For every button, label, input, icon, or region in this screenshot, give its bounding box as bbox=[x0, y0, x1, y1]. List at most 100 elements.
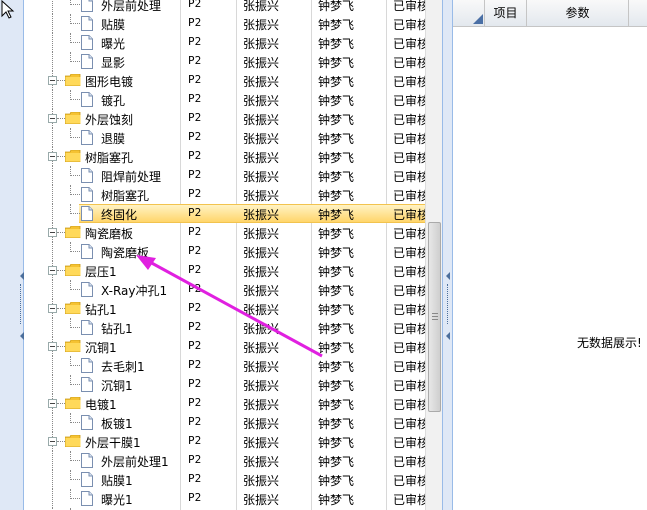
tree-item-row[interactable]: 退膜 P2 张振兴 钟梦飞 已审核 bbox=[25, 128, 425, 147]
creator-cell: 张振兴 bbox=[243, 170, 280, 184]
splitter-grip[interactable] bbox=[20, 284, 23, 324]
collapse-left-arrow-icon[interactable] bbox=[20, 272, 24, 280]
collapse-toggle-icon[interactable] bbox=[48, 114, 57, 123]
column-header-param[interactable]: 参数 bbox=[527, 0, 629, 27]
tree-node-label: 外层蚀刻 bbox=[85, 113, 134, 127]
collapse-toggle-icon[interactable] bbox=[48, 76, 57, 85]
priority-cell: P2 bbox=[188, 472, 202, 485]
document-icon bbox=[81, 187, 93, 202]
collapse-toggle-icon[interactable] bbox=[48, 304, 57, 313]
tree-node-label: 贴膜 bbox=[101, 18, 126, 32]
reviewer-cell: 钟梦飞 bbox=[318, 493, 355, 507]
tree-item-row[interactable]: 陶瓷磨板 P2 张振兴 钟梦飞 已审核 bbox=[25, 242, 425, 261]
no-data-message: 无数据展示! bbox=[577, 336, 642, 350]
tree-item-row[interactable]: 外层前处理 P2 张振兴 钟梦飞 已审核 bbox=[25, 0, 425, 14]
creator-cell: 张振兴 bbox=[243, 284, 280, 298]
tree-node-label: 退膜 bbox=[101, 132, 126, 146]
priority-cell: P2 bbox=[188, 0, 202, 10]
collapse-toggle-icon[interactable] bbox=[48, 399, 57, 408]
tree-folder-row[interactable]: 层压1 P2 张振兴 钟梦飞 已审核 bbox=[25, 261, 425, 280]
tree-item-row[interactable]: 曝光1 P2 张振兴 钟梦飞 已审核 bbox=[25, 489, 425, 508]
creator-cell: 张振兴 bbox=[243, 0, 280, 13]
tree-item-row[interactable]: 贴膜 P2 张振兴 钟梦飞 已审核 bbox=[25, 14, 425, 33]
mouse-cursor-icon bbox=[1, 0, 15, 19]
tree-folder-row[interactable]: 电镀1 P2 张振兴 钟梦飞 已审核 bbox=[25, 394, 425, 413]
priority-cell: P2 bbox=[188, 54, 202, 67]
scrollbar-thumb[interactable] bbox=[428, 222, 441, 412]
priority-cell: P2 bbox=[188, 206, 202, 219]
folder-icon bbox=[65, 302, 81, 314]
splitter-arrow-icon[interactable] bbox=[446, 272, 450, 280]
tree-item-row[interactable]: X-Ray冲孔1 P2 张振兴 钟梦飞 已审核 bbox=[25, 280, 425, 299]
tree-node-label: 曝光 bbox=[101, 37, 126, 51]
column-header-extra[interactable] bbox=[629, 0, 647, 27]
tree-node-label: 外层前处理1 bbox=[101, 455, 169, 469]
reviewer-cell: 钟梦飞 bbox=[318, 303, 355, 317]
status-cell: 已审核 bbox=[393, 132, 425, 146]
priority-cell: P2 bbox=[188, 415, 202, 428]
tree-item-row[interactable]: 板镀1 P2 张振兴 钟梦飞 已审核 bbox=[25, 413, 425, 432]
tree-node-label: 阻焊前处理 bbox=[101, 170, 162, 184]
tree-folder-row[interactable]: 图形电镀 P2 张振兴 钟梦飞 已审核 bbox=[25, 71, 425, 90]
priority-cell: P2 bbox=[188, 111, 202, 124]
folder-icon bbox=[65, 74, 81, 86]
folder-icon bbox=[65, 112, 81, 124]
column-header-item[interactable]: 项目 bbox=[485, 0, 527, 27]
tree-node-label: X-Ray冲孔1 bbox=[101, 284, 168, 298]
reviewer-cell: 钟梦飞 bbox=[318, 18, 355, 32]
tree-item-row[interactable]: 终固化 P2 张振兴 钟梦飞 已审核 bbox=[25, 204, 425, 223]
grid-vertical-scrollbar[interactable] bbox=[425, 0, 442, 510]
priority-cell: P2 bbox=[188, 320, 202, 333]
collapse-toggle-icon[interactable] bbox=[48, 228, 57, 237]
panel-splitter[interactable] bbox=[442, 0, 453, 510]
creator-cell: 张振兴 bbox=[243, 360, 280, 374]
tree-folder-row[interactable]: 外层干膜1 P2 张振兴 钟梦飞 已审核 bbox=[25, 432, 425, 451]
creator-cell: 张振兴 bbox=[243, 75, 280, 89]
status-cell: 已审核 bbox=[393, 436, 425, 450]
creator-cell: 张振兴 bbox=[243, 436, 280, 450]
creator-cell: 张振兴 bbox=[243, 94, 280, 108]
creator-cell: 张振兴 bbox=[243, 493, 280, 507]
creator-cell: 张振兴 bbox=[243, 455, 280, 469]
tree-item-row[interactable]: 外层前处理1 P2 张振兴 钟梦飞 已审核 bbox=[25, 451, 425, 470]
document-icon bbox=[81, 0, 93, 12]
process-tree-grid: 外层前处理 P2 张振兴 钟梦飞 已审核 贴膜 P2 张振兴 钟梦飞 已审核 曝光 P2 张振兴 钟梦飞已… bbox=[25, 0, 425, 510]
priority-cell: P2 bbox=[188, 396, 202, 409]
creator-cell: 张振兴 bbox=[243, 341, 280, 355]
tree-item-row[interactable]: 显影 P2 张振兴 钟梦飞 已审核 bbox=[25, 52, 425, 71]
folder-icon bbox=[65, 226, 81, 238]
tree-folder-row[interactable]: 钻孔1 P2 张振兴 钟梦飞 已审核 bbox=[25, 299, 425, 318]
collapse-toggle-icon[interactable] bbox=[48, 152, 57, 161]
splitter-arrow-icon-2[interactable] bbox=[446, 332, 450, 340]
creator-cell: 张振兴 bbox=[243, 132, 280, 146]
document-icon bbox=[81, 415, 93, 430]
tree-item-row[interactable]: 沉铜1 P2 张振兴 钟梦飞 已审核 bbox=[25, 375, 425, 394]
status-cell: 已审核 bbox=[393, 417, 425, 431]
status-cell: 已审核 bbox=[393, 208, 425, 222]
tree-item-row[interactable]: 曝光 P2 张振兴 钟梦飞 已审核 bbox=[25, 33, 425, 52]
tree-item-row[interactable]: 贴膜1 P2 张振兴 钟梦飞 已审核 bbox=[25, 470, 425, 489]
creator-cell: 张振兴 bbox=[243, 227, 280, 241]
collapse-toggle-icon[interactable] bbox=[48, 266, 57, 275]
priority-cell: P2 bbox=[188, 130, 202, 143]
document-icon bbox=[81, 130, 93, 145]
tree-item-row[interactable]: 镀孔 P2 张振兴 钟梦飞 已审核 bbox=[25, 90, 425, 109]
tree-item-row[interactable]: 树脂塞孔 P2 张振兴 钟梦飞 已审核 bbox=[25, 185, 425, 204]
collapse-toggle-icon[interactable] bbox=[48, 342, 57, 351]
header-corner[interactable] bbox=[453, 0, 485, 27]
tree-item-row[interactable]: 去毛刺1 P2 张振兴 钟梦飞 已审核 bbox=[25, 356, 425, 375]
tree-node-label: 沉铜1 bbox=[85, 341, 117, 355]
reviewer-cell: 钟梦飞 bbox=[318, 436, 355, 450]
creator-cell: 张振兴 bbox=[243, 474, 280, 488]
tree-folder-row[interactable]: 树脂塞孔 P2 张振兴 钟梦飞 已审核 bbox=[25, 147, 425, 166]
tree-folder-row[interactable]: 陶瓷磨板 P2 张振兴 钟梦飞 已审核 bbox=[25, 223, 425, 242]
collapse-left-arrow-icon-2[interactable] bbox=[20, 332, 24, 340]
tree-item-row[interactable]: 阻焊前处理 P2 张振兴 钟梦飞 已审核 bbox=[25, 166, 425, 185]
tree-node-label: 陶瓷磨板 bbox=[85, 227, 134, 241]
tree-folder-row[interactable]: 沉铜1 P2 张振兴 钟梦飞 已审核 bbox=[25, 337, 425, 356]
tree-folder-row[interactable]: 外层蚀刻 P2 张振兴 钟梦飞 已审核 bbox=[25, 109, 425, 128]
collapse-toggle-icon[interactable] bbox=[48, 437, 57, 446]
reviewer-cell: 钟梦飞 bbox=[318, 132, 355, 146]
tree-node-label: 钻孔1 bbox=[101, 322, 133, 336]
tree-item-row[interactable]: 钻孔1 P2 张振兴 钟梦飞 已审核 bbox=[25, 318, 425, 337]
